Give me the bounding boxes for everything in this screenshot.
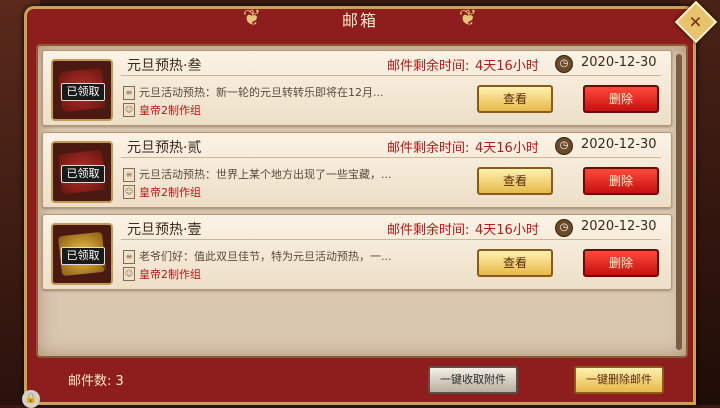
mail-count: 邮件数: 3 — [68, 370, 124, 389]
mail-title: 元旦预热·壹 — [127, 222, 202, 238]
claimed-badge: 已领取 — [61, 247, 105, 265]
delete-button[interactable]: 删除 — [583, 167, 659, 195]
clock-icon: ◷ — [555, 219, 573, 237]
clock-icon: ◷ — [555, 55, 573, 73]
sender-icon: ☺ — [123, 103, 135, 117]
document-icon: ≡ — [123, 168, 135, 182]
mail-count-value: 3 — [115, 374, 124, 389]
expire-value: 4天16小时 — [475, 223, 539, 238]
attachment-count: 2 — [101, 101, 108, 112]
mail-sender: 皇帝2制作组 — [139, 186, 201, 199]
window-title: 邮箱 — [341, 11, 378, 30]
mail-preview: 元旦活动预热：世界上某个地方出现了一些宝藏，... — [139, 168, 392, 181]
close-button[interactable]: ✕ — [674, 0, 718, 44]
view-button[interactable]: 查看 — [477, 249, 553, 277]
view-button[interactable]: 查看 — [477, 85, 553, 113]
claimed-badge: 已领取 — [61, 165, 105, 183]
mail-date: 2020-12-30 — [581, 55, 657, 70]
mail-sender: 皇帝2制作组 — [139, 104, 201, 117]
attachment-count: 1 — [101, 183, 108, 194]
claimed-badge: 已领取 — [61, 83, 105, 101]
mail-count-label: 邮件数: — [68, 374, 112, 389]
divider — [121, 239, 661, 240]
document-icon: ≡ — [123, 250, 135, 264]
attachment-count: 1 — [101, 265, 108, 276]
delete-button[interactable]: 删除 — [583, 249, 659, 277]
mail-title: 元旦预热·叁 — [127, 58, 202, 74]
clock-icon: ◷ — [555, 137, 573, 155]
delete-button[interactable]: 删除 — [583, 85, 659, 113]
close-icon: ✕ — [674, 0, 718, 44]
divider — [121, 75, 661, 76]
mail-sender: 皇帝2制作组 — [139, 268, 201, 281]
delete-all-mails-button[interactable]: 一键删除邮件 — [574, 366, 664, 394]
title-bar: 邮箱 — [238, 2, 482, 36]
mail-preview: 元旦活动预热：新一轮的元旦转转乐即将在12月... — [139, 86, 384, 99]
scrollbar[interactable] — [676, 54, 682, 350]
mail-date: 2020-12-30 — [581, 219, 657, 234]
mail-item[interactable]: 已领取 2 元旦预热·叁 邮件剩余时间: 4天16小时 ◷ 2020-12-30… — [42, 50, 672, 126]
sender-icon: ☺ — [123, 267, 135, 281]
mail-preview: 老爷们好：值此双旦佳节，特为元旦活动预热，一... — [139, 250, 392, 263]
sender-icon: ☺ — [123, 185, 135, 199]
mail-item[interactable]: 已领取 1 元旦预热·贰 邮件剩余时间: 4天16小时 ◷ 2020-12-30… — [42, 132, 672, 208]
mail-item[interactable]: 已领取 1 元旦预热·壹 邮件剩余时间: 4天16小时 ◷ 2020-12-30… — [42, 214, 672, 290]
document-icon: ≡ — [123, 86, 135, 100]
title-ornament-right-icon: ❦ — [458, 6, 478, 31]
lock-icon[interactable]: 🔒 — [22, 390, 40, 408]
expire-value: 4天16小时 — [475, 59, 539, 74]
expire-label: 邮件剩余时间: — [387, 59, 470, 74]
expire-value: 4天16小时 — [475, 141, 539, 156]
mail-date: 2020-12-30 — [581, 137, 657, 152]
expire-label: 邮件剩余时间: — [387, 223, 470, 238]
mail-title: 元旦预热·贰 — [127, 140, 202, 156]
divider — [121, 157, 661, 158]
expire-label: 邮件剩余时间: — [387, 141, 470, 156]
claim-all-attachments-button[interactable]: 一键收取附件 — [428, 366, 518, 394]
view-button[interactable]: 查看 — [477, 167, 553, 195]
